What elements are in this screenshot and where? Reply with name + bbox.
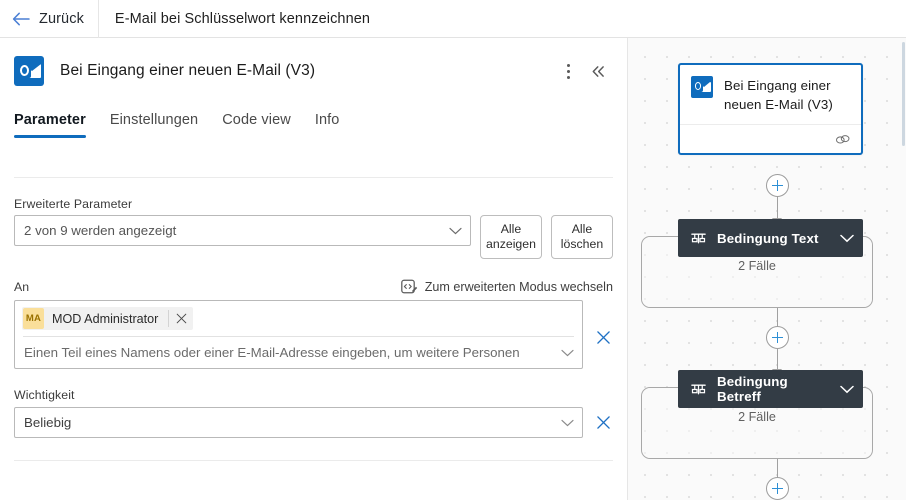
to-field-label: An (14, 280, 30, 294)
back-button[interactable]: Zurück (0, 0, 98, 38)
advanced-parameters-row: 2 von 9 werden angezeigt Alle anzeigen A… (14, 215, 613, 259)
people-picker[interactable]: MA MOD Administrator Einen Teil eines Na… (14, 300, 583, 369)
tab-label: Info (314, 112, 340, 128)
add-step-button[interactable] (766, 174, 789, 197)
condition-cases-label: 2 Fälle (738, 410, 776, 424)
operation-header: Bei Eingang einer neuen E-Mail (V3) (0, 38, 627, 90)
importance-select[interactable]: Beliebig (14, 407, 583, 438)
condition-title: Bedingung Text (717, 230, 819, 246)
panel-divider (14, 177, 613, 178)
tab-label: Code view (222, 112, 291, 128)
to-field-row: MA MOD Administrator Einen Teil eines Na… (14, 300, 613, 369)
condition-node-bedingung-betreff[interactable]: Bedingung Betreff (678, 370, 863, 408)
tab-einstellungen[interactable]: Einstellungen (98, 112, 210, 138)
link-icon[interactable] (835, 134, 851, 145)
advanced-parameters-label: Erweiterte Parameter (14, 197, 133, 211)
condition-cases-label: 2 Fälle (738, 259, 776, 273)
advanced-parameters-value: 2 von 9 werden angezeigt (24, 223, 177, 238)
importance-label: Wichtigkeit (14, 388, 75, 402)
flow-title: E-Mail bei Schlüsselwort kennzeichnen (114, 10, 371, 27)
chevron-down-icon[interactable] (561, 349, 574, 357)
to-field-header: An Zum erweiterten Modus wechseln (14, 279, 613, 295)
close-icon[interactable] (169, 313, 193, 324)
chevron-down-icon (449, 227, 462, 235)
clear-to-field-button[interactable] (593, 322, 613, 353)
importance-row: Beliebig (14, 407, 613, 438)
switch-icon (690, 231, 707, 246)
flow-canvas[interactable]: Bei Eingang einer neuen E-Mail (V3) Bedi… (628, 38, 906, 500)
operation-title: Bei Eingang einer neuen E-Mail (V3) (60, 62, 316, 79)
people-placeholder: Einen Teil eines Namens oder einer E-Mai… (24, 345, 520, 360)
importance-value: Beliebig (24, 415, 72, 430)
arrow-left-icon (12, 12, 30, 26)
back-label: Zurück (39, 10, 84, 27)
canvas-scrollbar[interactable] (899, 38, 906, 500)
outlook-icon (14, 56, 44, 86)
person-name: MOD Administrator (52, 311, 159, 326)
tab-info[interactable]: Info (303, 112, 352, 138)
section-divider (14, 460, 613, 461)
people-chip-row: MA MOD Administrator (15, 301, 582, 336)
main-body: Bei Eingang einer neuen E-Mail (V3) Para… (0, 38, 906, 500)
person-chip[interactable]: MA MOD Administrator (22, 307, 194, 330)
outlook-icon (691, 76, 713, 98)
advanced-parameters-select[interactable]: 2 von 9 werden angezeigt (14, 215, 471, 246)
chevron-double-left-icon[interactable] (583, 56, 613, 86)
scrollbar-thumb[interactable] (901, 42, 905, 146)
people-search-input[interactable]: Einen Teil eines Namens oder einer E-Mai… (15, 337, 582, 368)
tab-label: Parameter (14, 112, 86, 128)
operation-details-panel: Bei Eingang einer neuen E-Mail (V3) Para… (0, 38, 628, 500)
trigger-body: Bei Eingang einer neuen E-Mail (V3) (680, 65, 861, 124)
show-all-button[interactable]: Alle anzeigen (480, 215, 542, 259)
trigger-footer (680, 124, 861, 153)
trigger-title: Bei Eingang einer neuen E-Mail (V3) (724, 78, 833, 112)
chevron-down-icon[interactable] (840, 234, 854, 243)
more-vertical-icon[interactable] (553, 56, 583, 86)
add-step-button[interactable] (766, 477, 789, 500)
top-bar: Zurück E-Mail bei Schlüsselwort kennzeic… (0, 0, 906, 38)
tab-label: Einstellungen (109, 112, 199, 128)
panel-tabs: Parameter Einstellungen Code view Info (0, 90, 627, 138)
chevron-down-icon (561, 419, 574, 427)
connector-line (777, 348, 779, 370)
switch-advanced-mode-label: Zum erweiterten Modus wechseln (424, 280, 613, 294)
switch-icon (690, 382, 707, 397)
tab-parameter[interactable]: Parameter (14, 112, 98, 138)
tab-code-view[interactable]: Code view (210, 112, 303, 138)
code-edit-icon (400, 279, 418, 295)
clear-all-button[interactable]: Alle löschen (551, 215, 613, 259)
app-root: Zurück E-Mail bei Schlüsselwort kennzeic… (0, 0, 906, 500)
avatar: MA (23, 308, 44, 329)
clear-importance-button[interactable] (593, 407, 613, 438)
trigger-node[interactable]: Bei Eingang einer neuen E-Mail (V3) (678, 63, 863, 155)
switch-advanced-mode-button[interactable]: Zum erweiterten Modus wechseln (400, 279, 613, 295)
condition-title: Bedingung Betreff (717, 374, 788, 404)
parameters-section: Erweiterte Parameter 2 von 9 werden ange… (0, 197, 627, 461)
add-step-button[interactable] (766, 326, 789, 349)
chevron-down-icon[interactable] (840, 385, 854, 394)
condition-node-bedingung-text[interactable]: Bedingung Text (678, 219, 863, 257)
